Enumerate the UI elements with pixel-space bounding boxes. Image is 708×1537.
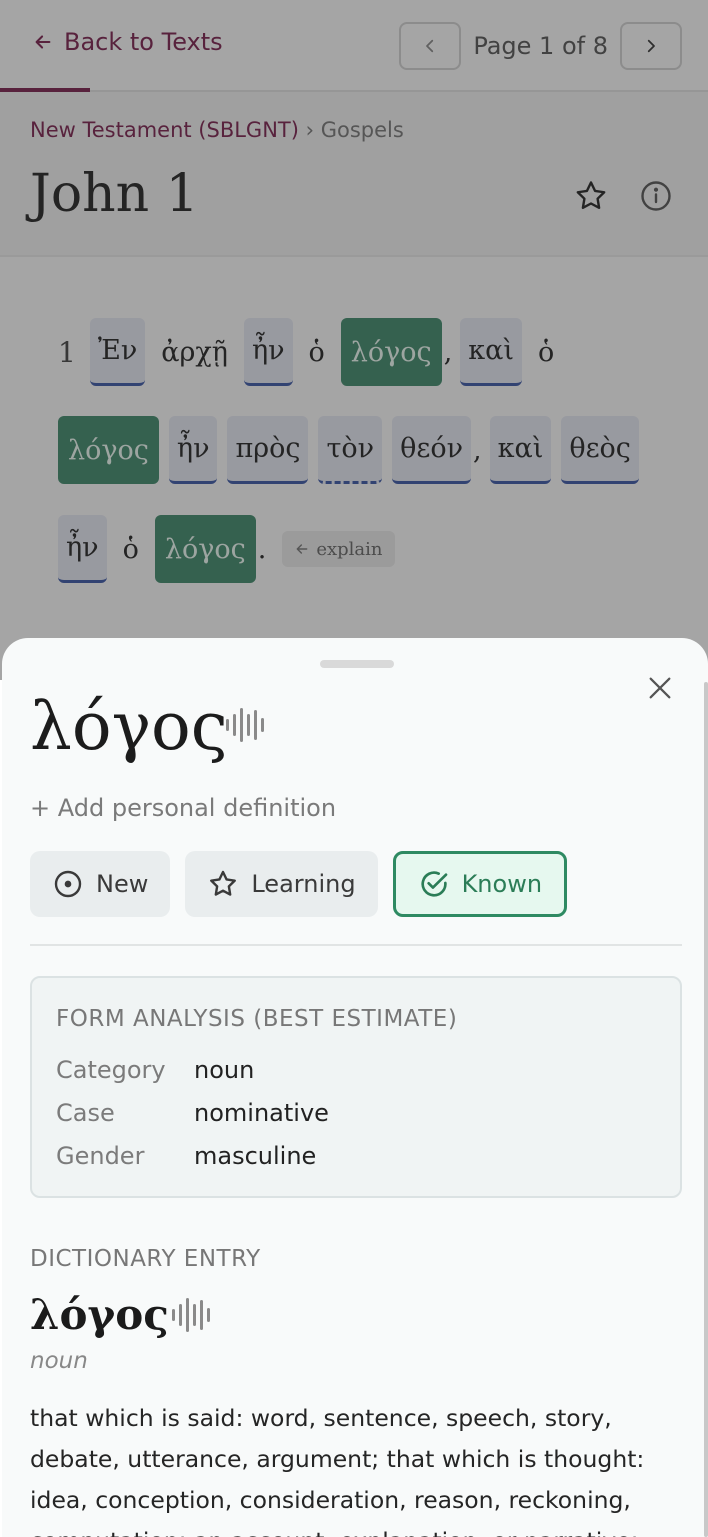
scrollbar[interactable] xyxy=(704,682,708,1537)
status-new-button[interactable]: New xyxy=(30,851,171,917)
selected-word: λόγος xyxy=(30,688,228,765)
dictionary-lemma: λόγος xyxy=(30,1290,169,1339)
analysis-key: Category xyxy=(56,1056,166,1084)
status-learning-button[interactable]: Learning xyxy=(185,851,378,917)
modal-backdrop[interactable] xyxy=(0,0,708,680)
audio-waveform-icon[interactable] xyxy=(226,708,264,742)
dictionary-heading: DICTIONARY ENTRY xyxy=(30,1246,261,1272)
analysis-value: nominative xyxy=(194,1099,329,1127)
dictionary-audio-icon[interactable] xyxy=(172,1298,210,1332)
analysis-key: Case xyxy=(56,1099,115,1127)
add-personal-definition-link[interactable]: + Add personal definition xyxy=(30,794,336,822)
status-new-label: New xyxy=(96,870,149,898)
reader-page: Back to Texts Page 1 of 8 New Testament … xyxy=(0,0,708,1537)
analysis-key: Gender xyxy=(56,1142,145,1170)
status-learning-label: Learning xyxy=(251,870,356,898)
form-analysis-card: FORM ANALYSIS (BEST ESTIMATE) Category n… xyxy=(30,976,682,1198)
form-analysis-heading: FORM ANALYSIS (BEST ESTIMATE) xyxy=(56,1006,458,1032)
analysis-row: Case nominative xyxy=(56,1099,329,1127)
word-detail-sheet: λόγος + Add personal definition New Lear… xyxy=(2,638,708,1537)
dictionary-definition: that which is said: word, sentence, spee… xyxy=(30,1404,645,1537)
analysis-row: Category noun xyxy=(56,1056,254,1084)
status-buttons: New Learning Known xyxy=(30,851,568,917)
analysis-value: noun xyxy=(194,1056,255,1084)
check-circle-icon xyxy=(420,871,447,897)
divider xyxy=(30,944,682,946)
status-known-button[interactable]: Known xyxy=(392,851,568,917)
close-icon[interactable] xyxy=(644,672,676,704)
status-known-label: Known xyxy=(461,870,543,898)
analysis-row: Gender masculine xyxy=(56,1142,316,1170)
dictionary-part-of-speech: noun xyxy=(30,1348,88,1374)
star-icon xyxy=(210,870,237,896)
analysis-value: masculine xyxy=(194,1142,317,1170)
drag-handle[interactable] xyxy=(320,660,394,668)
circle-dot-icon xyxy=(54,870,82,898)
